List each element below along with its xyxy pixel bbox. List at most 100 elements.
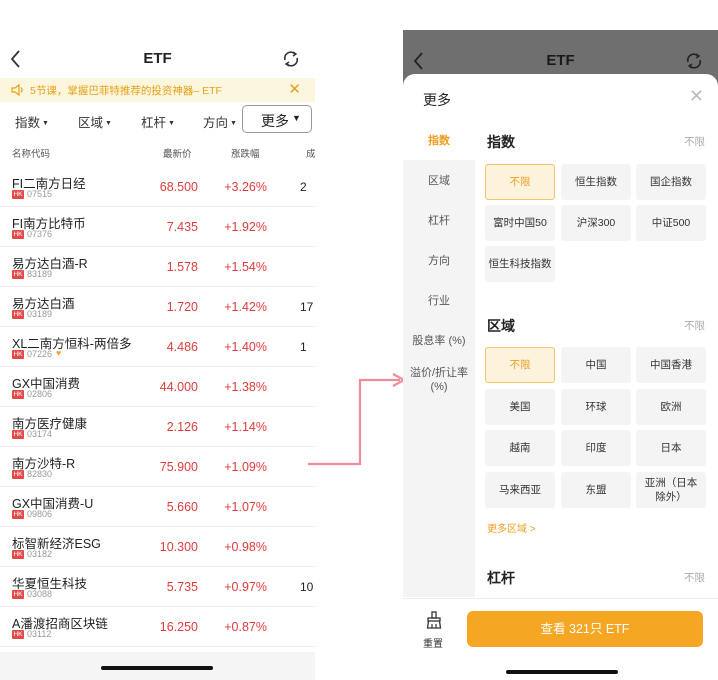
chip-hscei[interactable]: 国企指数 (636, 164, 706, 200)
hk-badge: HK (12, 630, 24, 639)
chip-index-any[interactable]: 不限 (485, 164, 555, 200)
filter-direction[interactable]: 方向 ▼ (203, 112, 237, 131)
chip-asean[interactable]: 东盟 (561, 472, 631, 508)
table-row[interactable]: XL二南方恒科-两倍多 HK 07226 ♥ 4.486 +1.40% 1 (0, 327, 315, 367)
side-item-leverage[interactable]: 杠杆 (403, 214, 475, 228)
etf-extra: 2 (300, 180, 307, 194)
table-row[interactable]: FI二南方日经 HK 07515 68.500 +3.26% 2 (0, 167, 315, 207)
etf-code: 03088 (27, 589, 53, 599)
table-row[interactable]: 易方达白酒 HK 03189 1.720 +1.42% 17 (0, 287, 315, 327)
index-section-title: 指数 (487, 134, 515, 150)
hk-badge: HK (12, 190, 24, 199)
chip-region-any[interactable]: 不限 (485, 347, 555, 383)
close-icon[interactable]: ✕ (689, 86, 704, 107)
table-row[interactable]: 南方医疗健康 HK 03174 2.126 +1.14% (0, 407, 315, 447)
etf-price: 1.720 (166, 300, 198, 314)
chip-malaysia[interactable]: 马来西亚 (485, 472, 555, 508)
filter-label: 方向 (203, 116, 229, 130)
etf-price: 75.900 (159, 460, 198, 474)
reset-button[interactable]: 重置 (423, 635, 443, 650)
table-row[interactable]: 南方沙特-R HK 82830 75.900 +1.09% (0, 447, 315, 487)
table-row[interactable]: A潘渡招商区块链 HK 03112 16.250 +0.87% (0, 607, 315, 647)
chip-csi300[interactable]: 沪深300 (561, 205, 631, 241)
more-filter-button[interactable]: 更多 ▼ (242, 105, 312, 133)
more-regions-link[interactable]: 更多区域 > (487, 520, 536, 535)
hk-badge: HK (12, 590, 24, 599)
close-icon[interactable]: ✕ (288, 80, 301, 98)
chip-hsi[interactable]: 恒生指数 (561, 164, 631, 200)
chip-hongkong[interactable]: 中国香港 (636, 347, 706, 383)
side-item-dividend[interactable]: 股息率 (%) (403, 334, 475, 348)
chip-asia-ex-japan[interactable]: 亚洲（日本除外） (636, 472, 706, 508)
etf-change: +1.54% (224, 260, 267, 274)
hk-badge: HK (12, 550, 24, 559)
etf-extra: 1 (300, 340, 307, 354)
filter-leverage[interactable]: 杠杆 ▼ (141, 112, 175, 131)
hk-badge: HK (12, 470, 24, 479)
etf-change: +1.40% (224, 340, 267, 354)
col-extra[interactable]: 成 (306, 146, 315, 160)
etf-price: 44.000 (159, 380, 198, 394)
filter-sheet: 更多 ✕ 指数 区域 杠杆 方向 行业 股息率 (%) 溢价/折让率 (%) 指… (403, 74, 718, 680)
side-item-premium[interactable]: 溢价/折让率 (%) (403, 366, 475, 394)
chip-china[interactable]: 中国 (561, 347, 631, 383)
caret-down-icon: ▼ (230, 120, 237, 127)
side-item-direction[interactable]: 方向 (403, 254, 475, 268)
region-any: 不限 (684, 320, 705, 332)
view-results-button[interactable]: 查看 321只 ETF (467, 611, 703, 647)
home-indicator (101, 666, 213, 670)
filter-index[interactable]: 指数 ▼ (15, 112, 49, 131)
side-item-region[interactable]: 区域 (403, 174, 475, 188)
hk-badge: HK (12, 510, 24, 519)
filter-region[interactable]: 区域 ▼ (78, 112, 112, 131)
sort-down-icon: ↓ (231, 146, 236, 156)
caret-down-icon: ▼ (42, 120, 49, 127)
etf-code: 07226 (27, 349, 53, 359)
side-item-industry[interactable]: 行业 (403, 294, 475, 308)
side-item-index[interactable]: 指数 (403, 134, 475, 148)
etf-code: 03174 (27, 429, 53, 439)
chip-us[interactable]: 美国 (485, 389, 555, 425)
table-row[interactable]: GX中国消费-U HK 09806 5.660 +1.07% (0, 487, 315, 527)
etf-code: 03112 (27, 629, 52, 639)
chip-global[interactable]: 环球 (561, 389, 631, 425)
chip-hstech[interactable]: 恒生科技指数 (485, 246, 555, 282)
table-row[interactable]: 华夏恒生科技 HK 03088 5.735 +0.97% 10 (0, 567, 315, 607)
promo-banner[interactable]: 5节课，掌握巴菲特推荐的投资神器– ETF ✕ (0, 78, 315, 102)
sheet-footer: 重置 查看 321只 ETF (403, 598, 718, 680)
broom-icon[interactable] (425, 611, 443, 629)
table-row[interactable]: 易方达白酒-R HK 83189 1.578 +1.54% (0, 247, 315, 287)
etf-code: 03189 (27, 309, 53, 319)
etf-extra: 10 (300, 580, 314, 594)
pointer-arrow (308, 373, 407, 466)
etf-price: 16.250 (159, 620, 198, 634)
chip-japan[interactable]: 日本 (636, 430, 706, 466)
chip-europe[interactable]: 欧洲 (636, 389, 706, 425)
page-title: ETF (546, 52, 575, 69)
caret-down-icon: ▼ (105, 120, 112, 127)
chip-vietnam[interactable]: 越南 (485, 430, 555, 466)
chip-ftse-china50[interactable]: 富时中国50 (485, 205, 555, 241)
refresh-icon (686, 53, 702, 69)
filter-bar: 指数 ▼ 区域 ▼ 杠杆 ▼ 方向 ▼ 更多 ▼ (0, 104, 315, 134)
chip-csi500[interactable]: 中证500 (636, 205, 706, 241)
refresh-icon[interactable] (281, 49, 301, 69)
etf-change: +0.98% (224, 540, 267, 554)
etf-code: 09806 (27, 509, 53, 519)
column-header: 名称代码 最新价 ◢ 涨跌幅 ↓ 成 (0, 146, 315, 162)
etf-code: 83189 (27, 269, 53, 279)
leverage-any: 不限 (684, 572, 705, 584)
leverage-section-title: 杠杆 (487, 570, 515, 586)
etf-price: 7.435 (166, 220, 198, 234)
etf-name: GX中国消费-U (12, 497, 94, 511)
table-row[interactable]: GX中国消费 HK 02806 44.000 +1.38% (0, 367, 315, 407)
table-row[interactable]: 标智新经济ESG HK 03182 10.300 +0.98% (0, 527, 315, 567)
table-row[interactable]: FI南方比特币 HK 07376 7.435 +1.92% (0, 207, 315, 247)
filter-label: 指数 (15, 116, 41, 130)
region-section-title: 区域 (487, 318, 515, 334)
banner-text: 5节课，掌握巴菲特推荐的投资神器– ETF (30, 85, 222, 97)
chip-india[interactable]: 印度 (561, 430, 631, 466)
col-name[interactable]: 名称代码 (12, 146, 50, 160)
nav-bar-dimmed: ETF (403, 30, 718, 78)
speaker-icon (11, 83, 23, 97)
